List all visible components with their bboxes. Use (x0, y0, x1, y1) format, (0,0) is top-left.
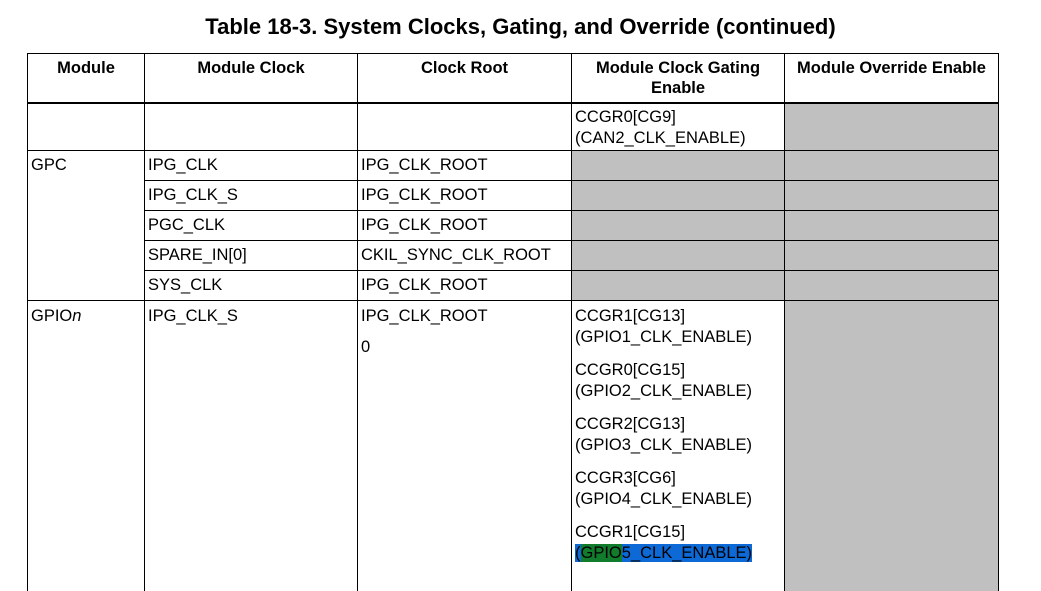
cell-override (784, 102, 999, 151)
cell-module (27, 102, 145, 151)
selection-green: GPIO (580, 544, 622, 562)
cell-override (784, 210, 999, 241)
cell-module-clock: SYS_CLK (144, 270, 358, 301)
cell-module-clock: IPG_CLK_S (144, 180, 358, 211)
cell-gating (571, 240, 785, 271)
clock-root-value: IPG_CLK_ROOT (361, 307, 488, 325)
gating-reg: CCGR0[CG15] (575, 361, 686, 379)
cell-clock-root: IPG_CLK_ROOT (357, 210, 572, 241)
cell-module: GPC (27, 150, 145, 301)
cell-gating: CCGR1[CG13] (GPIO1_CLK_ENABLE) CCGR0[CG1… (571, 300, 785, 591)
cell-override (784, 150, 999, 181)
table-row: IPG_CLK_S IPG_CLK_ROOT (28, 180, 999, 211)
header-row: Module Module Clock Clock Root Module Cl… (27, 53, 999, 104)
gating-enable-selected[interactable]: (GPIO5_CLK_ENABLE) (575, 543, 784, 564)
cell-gating: CCGR0[CG9] (CAN2_CLK_ENABLE) (571, 102, 785, 151)
cell-clock-root: IPG_CLK_ROOT (357, 150, 572, 181)
cell-gating (571, 150, 785, 181)
table-title: Table 18-3. System Clocks, Gating, and O… (205, 14, 836, 39)
cell-clock-root (357, 102, 572, 151)
table-row: PGC_CLK IPG_CLK_ROOT (28, 210, 999, 241)
header-clock-root: Clock Root (357, 53, 572, 104)
selection-rest: 5_CLK_ENABLE) (621, 544, 753, 562)
gating-enable: (GPIO3_CLK_ENABLE) (575, 436, 752, 454)
gating-reg: CCGR3[CG6] (575, 469, 676, 487)
gating-enable: (GPIO1_CLK_ENABLE) (575, 328, 752, 346)
cell-clock-root: IPG_CLK_ROOT (357, 270, 572, 301)
table-row: GPC IPG_CLK IPG_CLK_ROOT (27, 150, 999, 301)
cell-gating (571, 210, 785, 241)
gating-reg: CCGR1[CG15] (575, 523, 686, 541)
clock-table: Module Module Clock Clock Root Module Cl… (27, 53, 999, 591)
gating-enable: (CAN2_CLK_ENABLE) (575, 128, 746, 147)
module-suffix: n (72, 307, 82, 325)
cell-override (784, 180, 999, 211)
gating-enable: (GPIO4_CLK_ENABLE) (575, 490, 752, 508)
header-gating: Module Clock Gating Enable (571, 53, 785, 104)
table-row: CCGR0[CG9] (CAN2_CLK_ENABLE) (27, 102, 999, 151)
header-module-clock: Module Clock (144, 53, 358, 104)
cell-module-clock: PGC_CLK (144, 210, 358, 241)
gating-enable: (GPIO2_CLK_ENABLE) (575, 382, 752, 400)
cell-module-clock: IPG_CLK_S (144, 300, 358, 591)
cell-clock-root: IPG_CLK_ROOT (357, 180, 572, 211)
cell-module-clock (144, 102, 358, 151)
table-row: SYS_CLK IPG_CLK_ROOT (28, 270, 999, 301)
table-row: GPIOn IPG_CLK_S IPG_CLK_ROOT 0 CCGR1[CG1… (27, 300, 999, 591)
gating-reg: CCGR1[CG13] (575, 307, 686, 325)
header-module: Module (27, 53, 145, 104)
cell-module-clock: IPG_CLK (144, 150, 358, 181)
cell-gating (571, 180, 785, 211)
cell-override (784, 300, 999, 591)
selection-open: ( (575, 544, 581, 562)
cell-gating (571, 270, 785, 301)
cell-override (784, 240, 999, 271)
table-row: SPARE_IN[0] CKIL_SYNC_CLK_ROOT (28, 240, 999, 271)
gating-reg: CCGR0[CG9] (575, 107, 676, 126)
header-override: Module Override Enable (784, 53, 999, 104)
cell-module: GPIOn (27, 300, 145, 591)
cell-clock-root: IPG_CLK_ROOT 0 (357, 300, 572, 591)
cell-module-clock: SPARE_IN[0] (144, 240, 358, 271)
cell-override (784, 270, 999, 301)
clock-root-extra: 0 (361, 338, 371, 356)
gating-reg: CCGR2[CG13] (575, 415, 686, 433)
cell-clock-root: CKIL_SYNC_CLK_ROOT (357, 240, 572, 271)
module-prefix: GPIO (31, 307, 73, 325)
